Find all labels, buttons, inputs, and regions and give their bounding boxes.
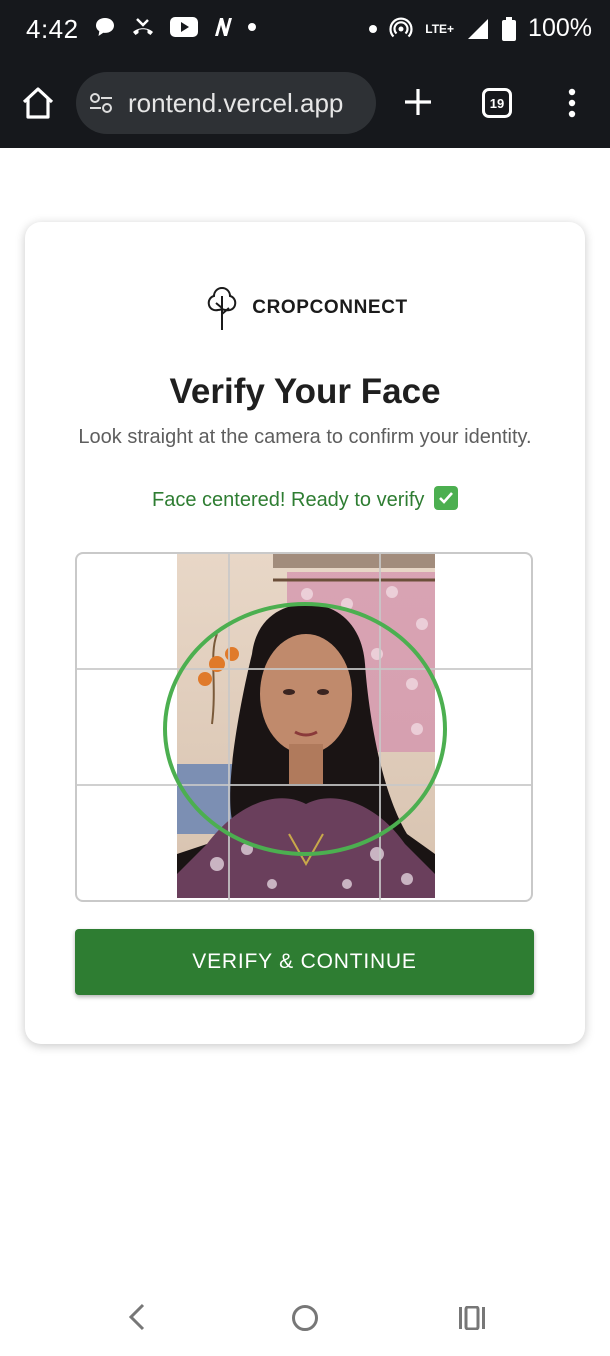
url-text: rontend.vercel.app — [128, 87, 344, 118]
verify-continue-button[interactable]: VERIFY & CONTINUE — [75, 929, 534, 995]
dot-icon — [369, 24, 378, 33]
n-app-icon — [215, 18, 232, 36]
new-tab-icon[interactable] — [402, 86, 434, 118]
home-icon[interactable] — [20, 85, 56, 121]
missed-call-icon — [133, 18, 153, 35]
browser-toolbar: rontend.vercel.app 19 — [0, 60, 610, 148]
more-menu-icon[interactable] — [562, 88, 582, 118]
check-mark-icon — [433, 486, 458, 510]
page-title: Verify Your Face — [169, 372, 441, 411]
status-bar: 4:42 LTE+ 100% — [0, 0, 610, 60]
camera-preview — [75, 552, 533, 902]
tree-logo-icon — [208, 286, 237, 330]
youtube-icon — [170, 17, 198, 37]
face-guide-ring — [163, 602, 447, 856]
site-settings-icon[interactable] — [88, 90, 114, 116]
system-icons: LTE+ 100% — [369, 14, 592, 43]
notification-icons — [94, 16, 256, 38]
dot-icon — [248, 23, 256, 31]
chat-bubble-icon — [96, 18, 114, 36]
hotspot-icon — [389, 17, 413, 37]
face-status-text: Face centered! Ready to verify — [152, 489, 425, 511]
battery-percentage: 100% — [528, 14, 592, 42]
network-type: LTE+ — [425, 21, 455, 36]
signal-icon — [468, 18, 489, 39]
instruction-text: Look straight at the camera to confirm y… — [78, 426, 532, 448]
tab-count: 19 — [489, 95, 505, 111]
recents-nav-icon[interactable] — [458, 1306, 486, 1330]
battery-icon — [502, 16, 517, 41]
home-nav-icon[interactable] — [292, 1305, 318, 1331]
back-nav-icon[interactable] — [126, 1302, 148, 1332]
brand-name: CROPCONNECT — [252, 297, 408, 318]
address-bar[interactable]: rontend.vercel.app — [76, 72, 376, 134]
brand-header: CROPCONNECT — [25, 284, 585, 332]
status-time: 4:42 — [26, 14, 79, 44]
tab-switcher-button[interactable]: 19 — [482, 88, 512, 118]
face-status-message: Face centered! Ready to verify — [25, 486, 585, 512]
verify-card: CROPCONNECT Verify Your Face Look straig… — [25, 222, 585, 1044]
